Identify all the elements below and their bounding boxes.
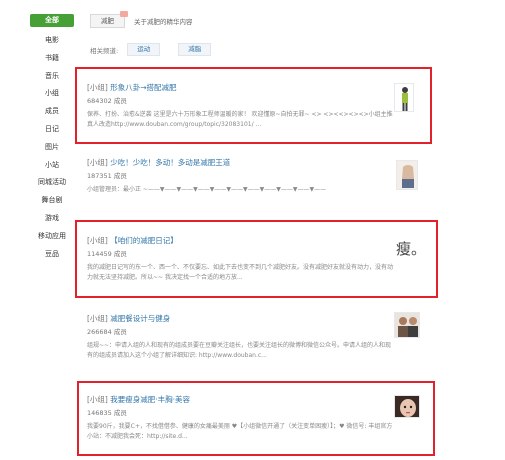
result-title: [小组] 我要瘦身减肥·丰胸·美容 xyxy=(87,394,397,405)
search-hint[interactable]: 关于减肥的精华内容 xyxy=(134,16,193,26)
result-title-link[interactable]: 少吃！少吃！多动！多动是减肥王道 xyxy=(110,158,230,167)
result-title: [小组] 少吃！少吃！多动！多动是减肥王道 xyxy=(87,157,397,168)
search-query-tag[interactable]: 减肥 xyxy=(90,11,128,28)
result-description: 保养、打扮、治愈&逆袭 这里是六十万形象工程师温暖的家！ 欢迎懂原~自拍无罪~ … xyxy=(87,111,393,128)
related-channels: 相关频道: 运动 减脂 xyxy=(90,43,229,56)
sidebar-item-photos[interactable]: 图片 xyxy=(30,139,74,157)
sidebar-item-products[interactable]: 豆品 xyxy=(30,246,74,264)
figure-icon xyxy=(395,84,413,111)
result-type: [小组] xyxy=(87,158,108,167)
related-tag-sports[interactable]: 运动 xyxy=(127,43,161,56)
sidebar-item-stage[interactable]: 舞台剧 xyxy=(30,192,74,210)
result-type: [小组] xyxy=(87,314,108,323)
sidebar-item-sites[interactable]: 小站 xyxy=(30,157,74,175)
group-thumbnail[interactable] xyxy=(394,395,420,418)
result-title: [小组] 【咱们的减肥日记】 xyxy=(87,235,397,246)
result-title-link[interactable]: 我要瘦身减肥·丰胸·美容 xyxy=(110,395,190,404)
related-label: 相关频道: xyxy=(90,46,119,55)
member-count: 684302 成员 xyxy=(87,97,127,105)
category-sidebar: 全部 电影 书籍 音乐 小组 成员 日记 图片 小站 同城活动 舞台剧 游戏 移… xyxy=(30,14,74,263)
group-thumbnail[interactable] xyxy=(394,83,414,112)
result-item: [小组] 少吃！少吃！多动！多动是减肥王道 187351 成员 小组管理员：最小… xyxy=(87,157,397,195)
sidebar-item-music[interactable]: 音乐 xyxy=(30,68,74,86)
result-type: [小组] xyxy=(87,83,108,92)
search-query-text: 减肥 xyxy=(101,17,114,25)
result-title: [小组] 减肥餐设计与健身 xyxy=(87,313,397,324)
result-description: 小组管理员：最小正 ~——▼——▼——▼——▼——▼——▼——▼——▼——▼——… xyxy=(87,186,327,193)
result-title-link[interactable]: 形象八卦→搭配减肥 xyxy=(110,83,176,92)
result-item: [小组] 减肥餐设计与健身 266684 成员 组规~~：申请入组的人和现有的组… xyxy=(87,313,397,360)
sidebar-item-all[interactable]: 全部 xyxy=(30,14,74,27)
result-description: 组规~~：申请入组的人和现有的组成员要在豆瓣关注组长，也要关注组长的微博和微信公… xyxy=(87,342,392,359)
result-title-link[interactable]: 【咱们的减肥日记】 xyxy=(110,236,178,245)
result-title: [小组] 形象八卦→搭配减肥 xyxy=(87,82,397,93)
result-item: [小组] 形象八卦→搭配减肥 684302 成员 保养、打扮、治愈&逆袭 这里是… xyxy=(87,82,397,129)
sidebar-item-apps[interactable]: 移动应用 xyxy=(30,228,74,246)
new-badge-icon xyxy=(120,11,128,17)
body-photo-icon xyxy=(397,161,417,189)
fitness-photo-icon xyxy=(395,313,419,337)
sidebar-item-books[interactable]: 书籍 xyxy=(30,50,74,68)
sidebar-item-games[interactable]: 游戏 xyxy=(30,210,74,228)
result-title-link[interactable]: 减肥餐设计与健身 xyxy=(110,314,170,323)
group-thumbnail[interactable] xyxy=(396,160,418,190)
member-count: 187351 成员 xyxy=(87,172,127,180)
sidebar-item-groups[interactable]: 小组 xyxy=(30,85,74,103)
member-count: 266684 成员 xyxy=(87,328,127,336)
group-thumbnail[interactable]: 瘦。 xyxy=(396,238,426,259)
related-tag-fat-loss[interactable]: 减脂 xyxy=(178,43,212,56)
result-description: 我的减肥日记写的东一个、西一个、不仅要忘、如此下去也变不到几个减肥好友。没有减肥… xyxy=(87,264,394,281)
result-item: [小组] 我要瘦身减肥·丰胸·美容 146835 成员 我要90斤，我要C+，不… xyxy=(87,394,397,441)
group-thumbnail[interactable] xyxy=(394,312,420,338)
sidebar-item-diary[interactable]: 日记 xyxy=(30,121,74,139)
face-photo-icon xyxy=(395,396,419,417)
result-description: 我要90斤，我要C+，不找借借参、健康的女痛最美丽 ♥【小组微信开通了（关注变单… xyxy=(87,423,393,440)
member-count: 146835 成员 xyxy=(87,409,127,417)
sidebar-item-movies[interactable]: 电影 xyxy=(30,32,74,50)
result-item: [小组] 【咱们的减肥日记】 114459 成员 我的减肥日记写的东一个、西一个… xyxy=(87,235,397,282)
search-row: 减肥 关于减肥的精华内容 xyxy=(90,11,193,28)
result-type: [小组] xyxy=(87,395,108,404)
sidebar-item-events[interactable]: 同城活动 xyxy=(30,174,74,192)
sidebar-item-members[interactable]: 成员 xyxy=(30,103,74,121)
member-count: 114459 成员 xyxy=(87,250,127,258)
result-type: [小组] xyxy=(87,236,108,245)
